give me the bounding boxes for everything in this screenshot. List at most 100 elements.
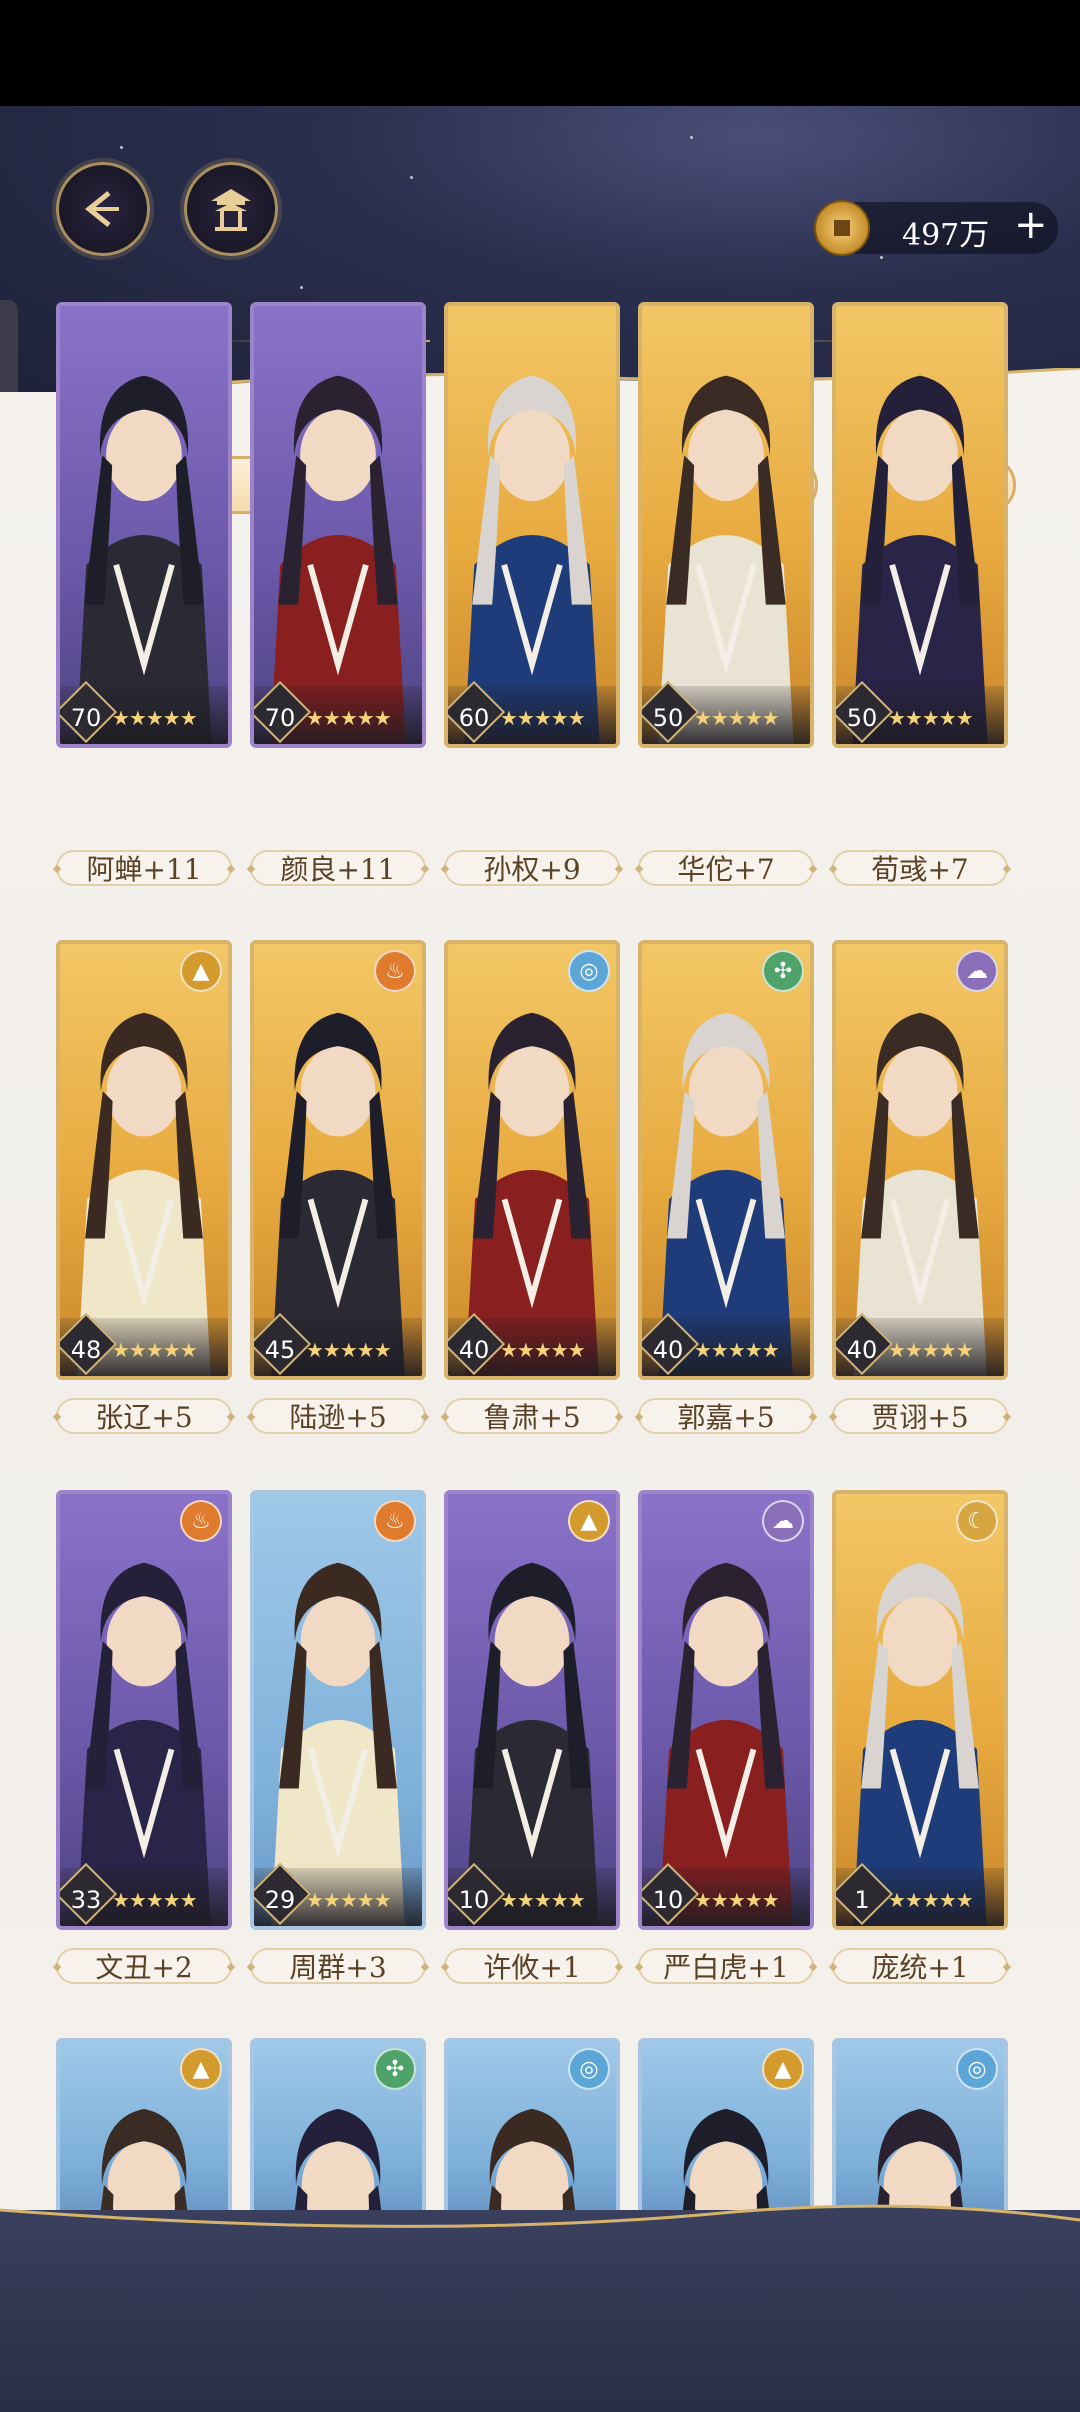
character-card[interactable]: 50 ★★★★★: [832, 302, 1008, 748]
level-number: 10: [458, 1886, 490, 1914]
character-portrait: [659, 1562, 793, 1926]
cloud-element-icon: ☁: [762, 1500, 804, 1542]
character-portrait: [853, 1562, 987, 1926]
mountain-element-icon: ▲: [180, 2048, 222, 2090]
character-card[interactable]: ✣ 40 ★★★★★: [638, 940, 814, 1380]
character-card[interactable]: ◎ 40 ★★★★★: [444, 940, 620, 1380]
star-rating: ★★★★★: [500, 706, 586, 730]
star-rating: ★★★★★: [112, 1338, 198, 1362]
star-rating: ★★★★★: [306, 706, 392, 730]
star-rating: ★★★★★: [888, 1338, 974, 1362]
level-number: 70: [264, 704, 296, 732]
currency-amount: 497万: [902, 218, 990, 253]
character-card[interactable]: ♨ 45 ★★★★★: [250, 940, 426, 1380]
character-name-label: 华佗+7: [638, 850, 814, 886]
star-rating: ★★★★★: [112, 706, 198, 730]
fire-element-icon: ♨: [374, 950, 416, 992]
level-number: 45: [264, 1336, 296, 1364]
character-portrait: [76, 375, 212, 744]
character-portrait: [77, 1562, 211, 1926]
character-name-label: 许攸+1: [444, 1948, 620, 1984]
cloud-element-icon: ☁: [956, 950, 998, 992]
star-rating: ★★★★★: [500, 1338, 586, 1362]
character-name-label: 郭嘉+5: [638, 1398, 814, 1434]
water-element-icon: ◎: [568, 2048, 610, 2090]
card-panel: 等级 ↓ 筛选 编队 70★★★★★阿蝉+1170★★★★★颜良+1160★★★…: [0, 302, 1080, 2222]
character-portrait: [853, 1012, 987, 1376]
wind-element-icon: ✣: [374, 2048, 416, 2090]
character-card[interactable]: ▲ 10 ★★★★★: [444, 1490, 620, 1930]
character-portrait: [658, 375, 794, 744]
pavilion-button[interactable]: [184, 162, 278, 256]
bottom-bar: [0, 2204, 1080, 2412]
star-rating: ★★★★★: [694, 1888, 780, 1912]
character-name-label: 孙权+9: [444, 850, 620, 886]
character-portrait: [271, 1562, 405, 1926]
back-button[interactable]: [56, 162, 150, 256]
character-name-label: 周群+3: [250, 1948, 426, 1984]
wind-element-icon: ✣: [762, 950, 804, 992]
star-rating: ★★★★★: [694, 706, 780, 730]
level-number: 10: [652, 1886, 684, 1914]
water-element-icon: ◎: [956, 2048, 998, 2090]
character-card[interactable]: 50 ★★★★★: [638, 302, 814, 748]
status-bar: [0, 0, 1080, 106]
character-portrait: [465, 1012, 599, 1376]
character-card[interactable]: ♨ 29 ★★★★★: [250, 1490, 426, 1930]
star-rating: ★★★★★: [306, 1338, 392, 1362]
character-name-label: 贾诩+5: [832, 1398, 1008, 1434]
level-number: 70: [70, 704, 102, 732]
character-portrait: [77, 1012, 211, 1376]
character-portrait: [464, 375, 600, 744]
level-number: 50: [846, 704, 878, 732]
character-card[interactable]: ▲ 48 ★★★★★: [56, 940, 232, 1380]
moon-element-icon: ☾: [956, 1500, 998, 1542]
character-card[interactable]: 70 ★★★★★: [56, 302, 232, 748]
mountain-element-icon: ▲: [762, 2048, 804, 2090]
level-number: 40: [846, 1336, 878, 1364]
level-number: 50: [652, 704, 684, 732]
character-name-label: 张辽+5: [56, 1398, 232, 1434]
fire-element-icon: ♨: [180, 1500, 222, 1542]
character-name-label: 鲁肃+5: [444, 1398, 620, 1434]
star-rating: ★★★★★: [306, 1888, 392, 1912]
character-portrait: [270, 375, 406, 744]
star-rating: ★★★★★: [694, 1338, 780, 1362]
level-number: 48: [70, 1336, 102, 1364]
pavilion-icon: [211, 189, 251, 231]
star-rating: ★★★★★: [888, 1888, 974, 1912]
character-name-label: 颜良+11: [250, 850, 426, 886]
character-card[interactable]: 70 ★★★★★: [250, 302, 426, 748]
currency-display: 497万 +: [814, 200, 1058, 256]
character-name-label: 阿蝉+11: [56, 850, 232, 886]
level-number: 60: [458, 704, 490, 732]
back-arrow-icon: [84, 191, 119, 227]
coin-icon: [814, 200, 870, 256]
character-card[interactable]: ♨ 33 ★★★★★: [56, 1490, 232, 1930]
level-number: 33: [70, 1886, 102, 1914]
character-portrait: [659, 1012, 793, 1376]
mountain-element-icon: ▲: [180, 950, 222, 992]
character-name-label: 荀彧+7: [832, 850, 1008, 886]
character-name-label: 文丑+2: [56, 1948, 232, 1984]
water-element-icon: ◎: [568, 950, 610, 992]
level-number: 29: [264, 1886, 296, 1914]
character-card[interactable]: 60 ★★★★★: [444, 302, 620, 748]
character-portrait: [852, 375, 988, 744]
character-name-label: 严白虎+1: [638, 1948, 814, 1984]
character-card[interactable]: ☁ 10 ★★★★★: [638, 1490, 814, 1930]
star-rating: ★★★★★: [112, 1888, 198, 1912]
level-number: 1: [854, 1886, 870, 1914]
fire-element-icon: ♨: [374, 1500, 416, 1542]
bottom-ornament: [0, 2204, 1080, 2240]
star-rating: ★★★★★: [500, 1888, 586, 1912]
add-currency-button[interactable]: +: [1014, 202, 1048, 248]
character-name-label: 庞统+1: [832, 1948, 1008, 1984]
character-card[interactable]: ☁ 40 ★★★★★: [832, 940, 1008, 1380]
character-card[interactable]: ☾ 1 ★★★★★: [832, 1490, 1008, 1930]
character-portrait: [271, 1012, 405, 1376]
mountain-element-icon: ▲: [568, 1500, 610, 1542]
character-portrait: [465, 1562, 599, 1926]
star-rating: ★★★★★: [888, 706, 974, 730]
level-number: 40: [458, 1336, 490, 1364]
